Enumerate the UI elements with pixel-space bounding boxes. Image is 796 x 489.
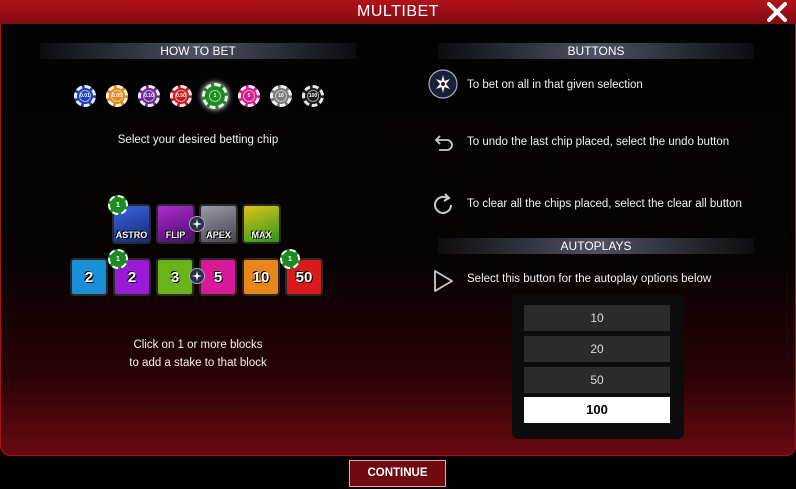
tile-label: 2 (127, 268, 137, 286)
chip-label: 0.10 (143, 90, 155, 102)
number-tile-2-blue[interactable]: 2 (70, 258, 108, 296)
chip-label: 100 (307, 90, 319, 102)
chip-7[interactable]: 100 (302, 85, 324, 107)
autoplay-options: 10 20 50 100 (512, 295, 684, 439)
continue-button[interactable]: CONTINUE (349, 460, 446, 487)
autoplays-header: AUTOPLAYS (438, 238, 754, 254)
chip-4-selected[interactable]: 1 (202, 83, 228, 109)
refresh-icon (428, 190, 458, 220)
chip-3[interactable]: 0.50 (170, 85, 192, 107)
chip-2[interactable]: 0.10 (138, 85, 160, 107)
tile-label: 5 (213, 268, 223, 286)
star-badge-icon (428, 69, 458, 99)
bet-all-mini-icon (189, 216, 205, 232)
placed-chip-label: 1 (116, 201, 120, 209)
symbol-label: APEX (206, 230, 231, 240)
clear-all-text: To clear all the chips placed, select th… (467, 198, 742, 210)
chip-5[interactable]: 5 (238, 85, 260, 107)
autoplay-option-100-selected[interactable]: 100 (524, 397, 670, 423)
bet-all-mini-icon (189, 268, 205, 284)
placed-chip: 1 (108, 195, 128, 215)
chip-label: 1 (209, 90, 221, 102)
click-blocks-text-1: Click on 1 or more blocks (133, 339, 263, 351)
chip-label: 10 (275, 90, 287, 102)
chip-0[interactable]: 0.01 (74, 85, 96, 107)
undo-text: To undo the last chip placed, select the… (467, 136, 730, 148)
chip-label: 5 (243, 90, 255, 102)
undo-icon (428, 129, 458, 159)
placed-chip-label: 1 (288, 255, 292, 263)
title-bar: MULTIBET (0, 0, 796, 24)
chip-1[interactable]: 0.05 (106, 85, 128, 107)
how-to-bet-header: HOW TO BET (40, 43, 356, 59)
chip-6[interactable]: 10 (270, 85, 292, 107)
click-blocks-text-2: to add a stake to that block (129, 357, 267, 369)
chip-label: 0.05 (111, 90, 123, 102)
tile-label: 2 (84, 268, 94, 286)
placed-chip: 1 (108, 249, 128, 269)
chip-label: 0.50 (175, 90, 187, 102)
autoplay-option-10[interactable]: 10 (524, 305, 670, 331)
select-chip-text: Select your desired betting chip (117, 134, 279, 146)
symbol-tile-max[interactable]: MAX (242, 204, 281, 244)
close-icon[interactable] (764, 0, 790, 25)
tile-label: 3 (170, 268, 180, 286)
autoplay-option-20[interactable]: 20 (524, 336, 670, 362)
tile-label: 10 (252, 268, 270, 286)
window-title: MULTIBET (357, 3, 439, 20)
autoplay-text: Select this button for the autoplay opti… (467, 273, 712, 285)
placed-chip-label: 1 (116, 255, 120, 263)
symbol-label: ASTRO (115, 230, 148, 240)
symbol-label: FLIP (165, 230, 186, 240)
chip-label: 0.01 (79, 90, 91, 102)
bet-all-text: To bet on all in that given selection (467, 79, 643, 91)
play-icon (428, 266, 458, 296)
symbol-label: MAX (251, 230, 272, 240)
autoplay-option-50[interactable]: 50 (524, 367, 670, 393)
chip-row: 0.01 0.05 0.10 0.50 1 5 10 100 (74, 83, 324, 109)
tile-label: 50 (295, 268, 313, 286)
placed-chip: 1 (280, 249, 300, 269)
number-tile-10[interactable]: 10 (242, 258, 280, 296)
buttons-header: BUTTONS (438, 43, 754, 59)
